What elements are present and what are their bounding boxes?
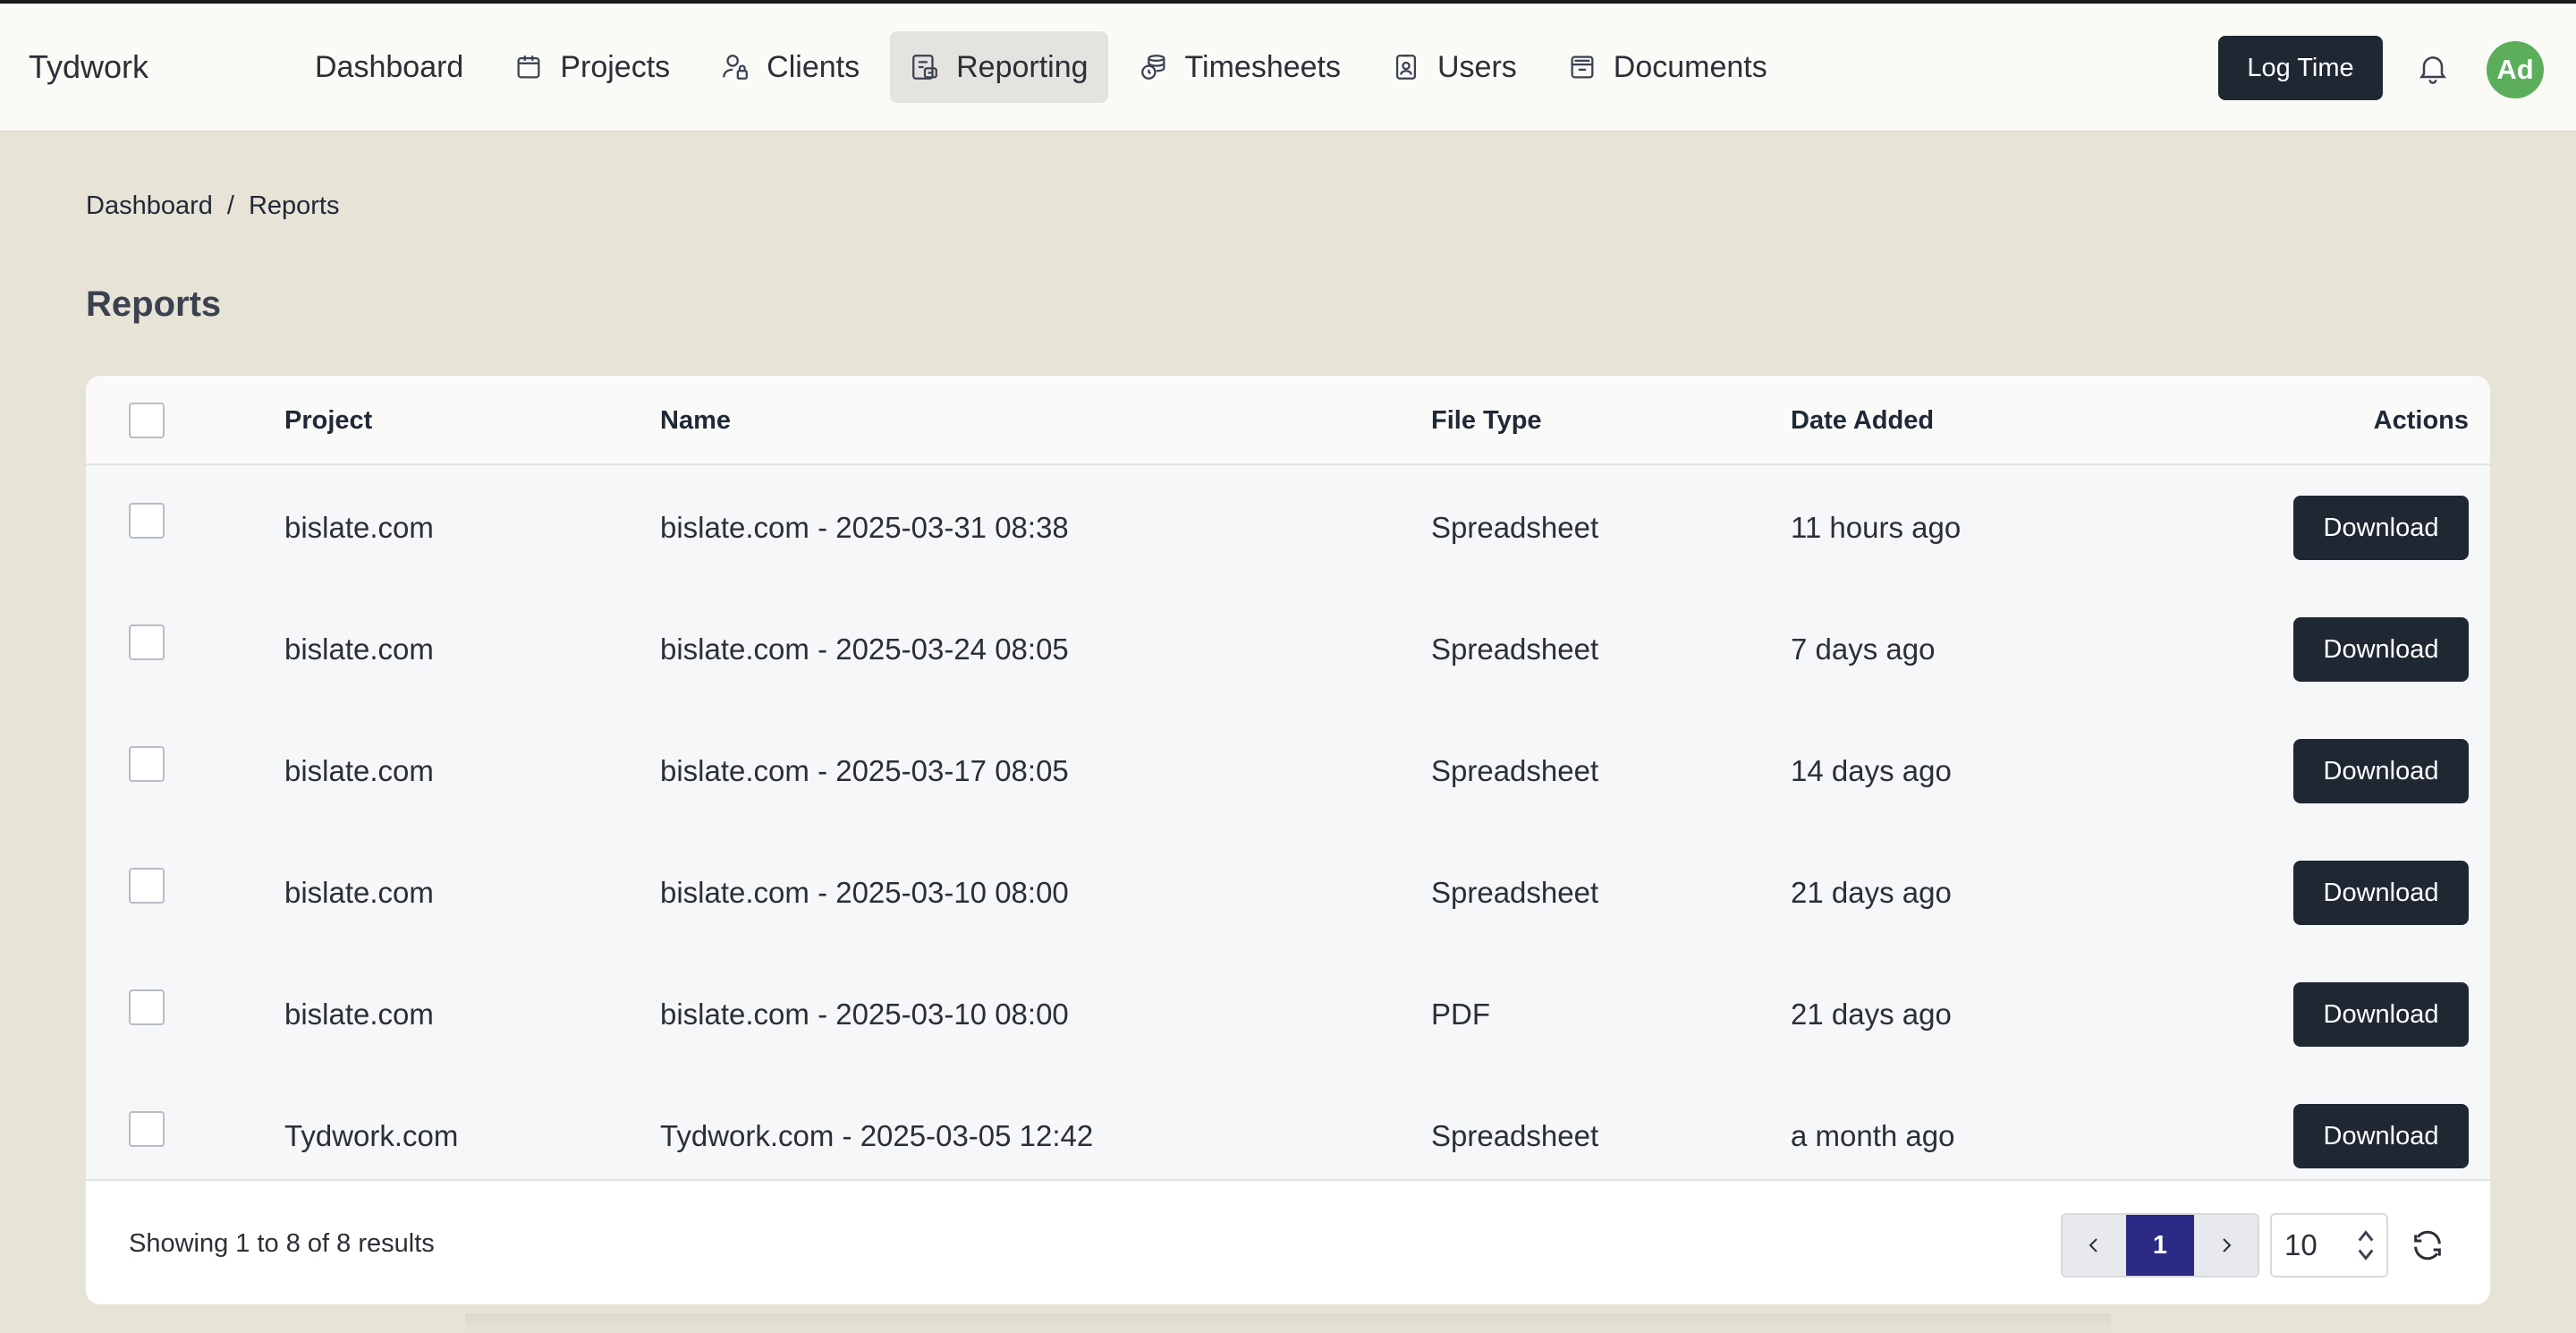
chevron-right-icon — [2222, 1238, 2232, 1252]
calendar-icon — [517, 55, 540, 79]
row-file-type: PDF — [1431, 998, 1490, 1031]
bottom-shadow — [465, 1313, 2111, 1333]
row-project: bislate.com — [284, 511, 434, 544]
row-project: bislate.com — [284, 876, 434, 909]
nav-timesheets[interactable]: Timesheets — [1119, 31, 1360, 103]
nav-projects-label: Projects — [560, 49, 671, 84]
table-row: bislate.com bislate.com - 2025-03-31 08:… — [86, 467, 2490, 589]
row-checkbox[interactable] — [129, 746, 165, 782]
table-header: Project Name File Type Date Added Action… — [86, 376, 2490, 465]
row-name: bislate.com - 2025-03-10 08:00 — [660, 998, 1069, 1031]
previous-page-button[interactable] — [2063, 1215, 2126, 1276]
row-file-type: Spreadsheet — [1431, 633, 1599, 666]
nav-reporting-label: Reporting — [956, 49, 1089, 84]
nav-reporting[interactable]: Reporting — [890, 31, 1108, 103]
row-name: bislate.com - 2025-03-10 08:00 — [660, 876, 1069, 909]
column-file-type: File Type — [1431, 405, 1542, 435]
row-date-added: 11 hours ago — [1791, 511, 1962, 544]
main-nav: Dashboard Projects Clients Reporting Tim… — [295, 31, 1787, 103]
user-avatar[interactable]: Ad — [2487, 41, 2544, 98]
row-date-added: 7 days ago — [1791, 633, 1936, 666]
nav-users[interactable]: Users — [1371, 31, 1537, 103]
row-checkbox[interactable] — [129, 989, 165, 1025]
archive-icon — [1571, 55, 1594, 79]
id-badge-icon — [1395, 55, 1417, 80]
row-checkbox[interactable] — [129, 624, 165, 660]
nav-documents[interactable]: Documents — [1547, 31, 1787, 103]
stepper-icon[interactable] — [2356, 1227, 2376, 1263]
nav-projects[interactable]: Projects — [494, 31, 690, 103]
row-checkbox[interactable] — [129, 868, 165, 904]
per-page-input[interactable]: 10 — [2270, 1213, 2388, 1278]
row-date-added: 14 days ago — [1791, 754, 1952, 787]
row-file-type: Spreadsheet — [1431, 876, 1599, 909]
next-page-button[interactable] — [2194, 1215, 2258, 1276]
refresh-icon[interactable] — [2410, 1227, 2445, 1263]
row-project: bislate.com — [284, 754, 434, 787]
report-icon — [912, 55, 937, 80]
download-button[interactable]: Download — [2293, 496, 2469, 560]
log-time-button[interactable]: Log Time — [2218, 36, 2383, 100]
user-lock-icon — [723, 55, 749, 80]
download-button[interactable]: Download — [2293, 982, 2469, 1047]
bell-icon[interactable] — [2415, 50, 2451, 86]
select-all-checkbox[interactable] — [129, 403, 165, 438]
chevron-left-icon — [2089, 1238, 2098, 1252]
coins-clock-icon — [1140, 55, 1165, 80]
nav-clients-label: Clients — [767, 49, 860, 84]
row-project: bislate.com — [284, 998, 434, 1031]
nav-clients[interactable]: Clients — [700, 31, 879, 103]
breadcrumb-dashboard[interactable]: Dashboard — [86, 191, 213, 221]
breadcrumb-separator: / — [226, 191, 234, 220]
pagination: 1 — [2061, 1213, 2259, 1278]
results-summary: Showing 1 to 8 of 8 results — [129, 1228, 435, 1258]
nav-users-label: Users — [1437, 49, 1517, 84]
row-name: bislate.com - 2025-03-17 08:05 — [660, 754, 1069, 787]
column-actions: Actions — [2373, 405, 2469, 435]
column-name: Name — [660, 405, 731, 435]
table-row: bislate.com bislate.com - 2025-03-10 08:… — [86, 954, 2490, 1075]
nav-dashboard-label: Dashboard — [315, 49, 464, 84]
page-number-current[interactable]: 1 — [2125, 1215, 2195, 1276]
row-checkbox[interactable] — [129, 503, 165, 539]
table-row: bislate.com bislate.com - 2025-03-24 08:… — [86, 589, 2490, 710]
breadcrumb: Dashboard / Reports — [86, 191, 339, 221]
row-date-added: 21 days ago — [1791, 998, 1952, 1031]
row-name: bislate.com - 2025-03-31 08:38 — [660, 511, 1069, 544]
table-footer: Showing 1 to 8 of 8 results 1 10 — [86, 1179, 2490, 1304]
brand-logo[interactable]: Tydwork — [29, 48, 148, 86]
row-date-added: 21 days ago — [1791, 876, 1952, 909]
column-date-added: Date Added — [1791, 405, 1935, 435]
row-file-type: Spreadsheet — [1431, 511, 1599, 544]
top-navbar: Tydwork Dashboard Projects Clients Repor… — [0, 4, 2576, 132]
page-title: Reports — [86, 284, 222, 324]
table-row: bislate.com bislate.com - 2025-03-10 08:… — [86, 832, 2490, 954]
download-button[interactable]: Download — [2293, 739, 2469, 803]
row-name: bislate.com - 2025-03-24 08:05 — [660, 633, 1069, 666]
nav-dashboard[interactable]: Dashboard — [295, 31, 483, 103]
nav-documents-label: Documents — [1613, 49, 1767, 84]
download-button[interactable]: Download — [2293, 1104, 2469, 1168]
download-button[interactable]: Download — [2293, 861, 2469, 925]
column-project: Project — [284, 405, 373, 435]
reports-table-card: Project Name File Type Date Added Action… — [86, 376, 2490, 1304]
row-checkbox[interactable] — [129, 1111, 165, 1147]
row-project: bislate.com — [284, 633, 434, 666]
nav-timesheets-label: Timesheets — [1184, 49, 1341, 84]
per-page-value: 10 — [2284, 1228, 2318, 1261]
table-row: bislate.com bislate.com - 2025-03-17 08:… — [86, 710, 2490, 832]
download-button[interactable]: Download — [2293, 617, 2469, 682]
breadcrumb-reports: Reports — [248, 191, 340, 220]
row-file-type: Spreadsheet — [1431, 754, 1599, 787]
